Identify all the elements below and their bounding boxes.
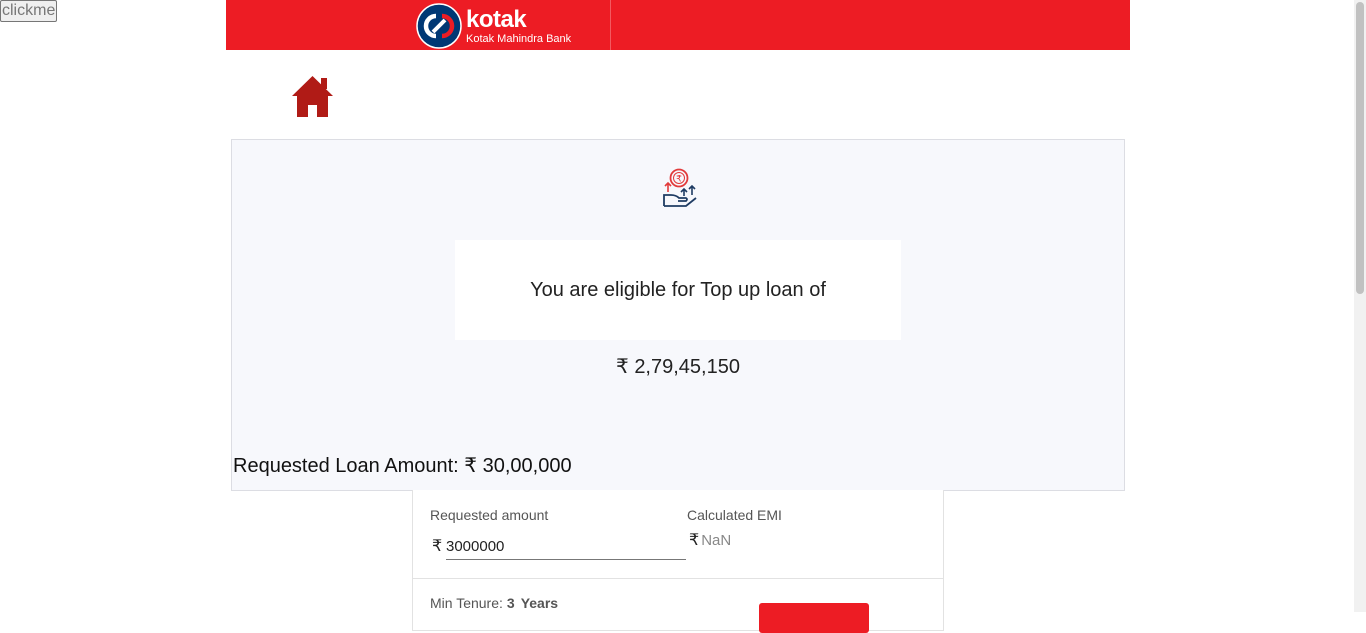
eligible-amount: ₹ 2,79,45,150: [232, 354, 1124, 379]
vertical-scrollbar[interactable]: [1354, 0, 1366, 612]
requested-amount-field: ₹: [430, 534, 686, 562]
brand-subtitle: Kotak Mahindra Bank: [466, 32, 572, 45]
svg-text:₹: ₹: [676, 175, 682, 185]
rupee-icon: ₹: [616, 354, 629, 378]
eligible-amount-value: 2,79,45,150: [634, 356, 740, 378]
calculated-emi-value: NaN: [701, 532, 732, 549]
eligibility-message-card: You are eligible for Top up loan of: [455, 240, 901, 340]
requested-loan-label: Requested Loan Amount:: [233, 455, 459, 477]
min-tenure-value: 3: [506, 595, 515, 611]
rupee-icon: ₹: [464, 453, 478, 477]
home-icon[interactable]: [290, 74, 335, 119]
requested-loan-value: 30,00,000: [482, 455, 572, 477]
eligibility-message: You are eligible for Top up loan of: [530, 278, 826, 301]
header-bar: kotak Kotak Mahindra Bank: [226, 0, 1130, 50]
eligibility-panel: ₹ You are eligible for Top up loan of ₹ …: [231, 139, 1125, 491]
loan-calculator-card: Requested amount ₹ Calculated EMI ₹NaN M…: [412, 490, 944, 633]
kotak-logo-icon: [416, 3, 462, 49]
min-tenure-unit: Years: [520, 595, 559, 611]
divider: [413, 578, 943, 579]
scrollbar-thumb[interactable]: [1356, 2, 1364, 294]
min-tenure: Min Tenure: 3 Years: [430, 595, 558, 611]
header-divider: [610, 0, 611, 50]
brand-name: kotak: [466, 5, 527, 33]
calculated-emi: ₹ NaN: [689, 530, 731, 549]
kotak-logo[interactable]: kotak Kotak Mahindra Bank: [416, 3, 571, 49]
requested-amount-input[interactable]: [446, 534, 686, 560]
clickme-button[interactable]: clickme: [0, 0, 58, 22]
rupee-icon: ₹: [689, 530, 700, 549]
action-button[interactable]: [759, 603, 869, 633]
rupee-icon: ₹: [432, 536, 443, 555]
calculated-emi-label: Calculated EMI: [687, 507, 782, 523]
loan-hand-rupee-icon: ₹: [663, 168, 697, 207]
min-tenure-label: Min Tenure:: [430, 595, 503, 611]
requested-loan-amount: Requested Loan Amount: ₹ 30,00,000: [233, 453, 572, 478]
requested-amount-label: Requested amount: [430, 507, 549, 523]
